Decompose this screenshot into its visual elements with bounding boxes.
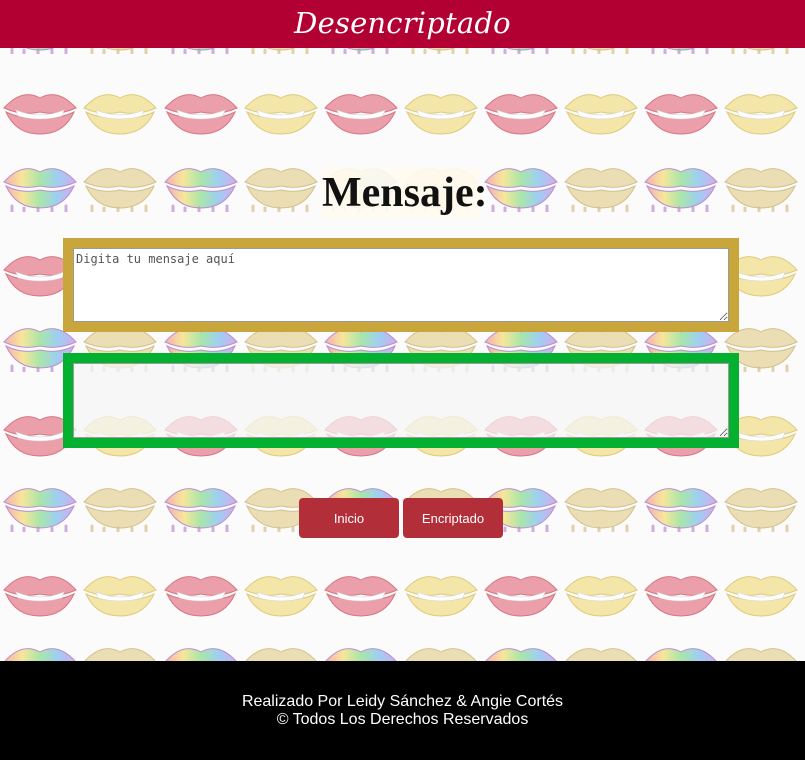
lips-icon bbox=[484, 94, 558, 135]
page-footer: Realizado Por Leidy Sánchez & Angie Cort… bbox=[0, 661, 805, 760]
lips-icon bbox=[251, 48, 309, 54]
lips-icon bbox=[491, 48, 549, 54]
lips-icon bbox=[404, 94, 478, 135]
lips-icon bbox=[405, 648, 477, 661]
lips-icon bbox=[564, 488, 638, 532]
lips-icon bbox=[644, 576, 718, 617]
message-input-frame bbox=[63, 238, 739, 332]
lips-icon bbox=[164, 576, 238, 617]
footer-rights: © Todos Los Derechos Reservados bbox=[276, 711, 529, 728]
lips-icon bbox=[565, 648, 637, 661]
lips-icon bbox=[725, 648, 797, 661]
lips-icon bbox=[331, 48, 389, 54]
lips-icon bbox=[83, 488, 157, 532]
lips-icon bbox=[324, 94, 398, 135]
inicio-button[interactable]: Inicio bbox=[299, 498, 399, 538]
lips-icon bbox=[83, 94, 157, 135]
lips-icon bbox=[3, 488, 77, 532]
message-heading: Mensaje: bbox=[322, 168, 488, 218]
lips-icon bbox=[644, 488, 718, 532]
lips-icon bbox=[651, 48, 709, 54]
lips-icon bbox=[571, 48, 629, 54]
encriptado-button[interactable]: Encriptado bbox=[403, 498, 503, 538]
lips-icon bbox=[724, 94, 798, 135]
lips-icon bbox=[164, 488, 238, 532]
lips-icon bbox=[484, 168, 558, 212]
lips-icon bbox=[564, 168, 638, 212]
lips-icon bbox=[564, 94, 638, 135]
lips-icon bbox=[245, 648, 317, 661]
lips-icon bbox=[244, 576, 318, 617]
lips-icon bbox=[411, 48, 469, 54]
lips-icon bbox=[164, 168, 238, 212]
lips-icon bbox=[724, 576, 798, 617]
lips-icon bbox=[90, 48, 148, 54]
lips-icon bbox=[325, 648, 397, 661]
message-input[interactable] bbox=[73, 248, 729, 322]
lips-icon bbox=[3, 94, 77, 135]
lips-icon bbox=[164, 94, 238, 135]
message-output[interactable] bbox=[73, 363, 729, 438]
lips-icon bbox=[724, 488, 798, 532]
lips-icon bbox=[244, 94, 318, 135]
lips-icon bbox=[644, 94, 718, 135]
page-title: Desencriptado bbox=[294, 6, 511, 40]
lips-icon bbox=[645, 648, 717, 661]
lips-icon bbox=[324, 576, 398, 617]
message-output-frame bbox=[63, 353, 739, 448]
lips-icon bbox=[4, 648, 76, 661]
lips-icon bbox=[83, 576, 157, 617]
lips-icon bbox=[84, 648, 156, 661]
lips-icon bbox=[564, 576, 638, 617]
lips-icon bbox=[644, 168, 718, 212]
lips-icon bbox=[731, 48, 789, 54]
app-header: Desencriptado bbox=[0, 0, 805, 48]
lips-icon bbox=[724, 168, 798, 212]
footer-credits: Realizado Por Leidy Sánchez & Angie Cort… bbox=[241, 693, 564, 710]
lips-icon bbox=[244, 168, 318, 212]
lips-icon bbox=[485, 648, 557, 661]
lips-icon bbox=[10, 48, 68, 54]
lips-icon bbox=[171, 48, 229, 54]
lips-icon bbox=[404, 576, 478, 617]
lips-icon bbox=[165, 648, 237, 661]
lips-icon bbox=[3, 168, 77, 212]
lips-icon bbox=[484, 576, 558, 617]
lips-icon bbox=[83, 168, 157, 212]
lips-icon bbox=[3, 576, 77, 617]
